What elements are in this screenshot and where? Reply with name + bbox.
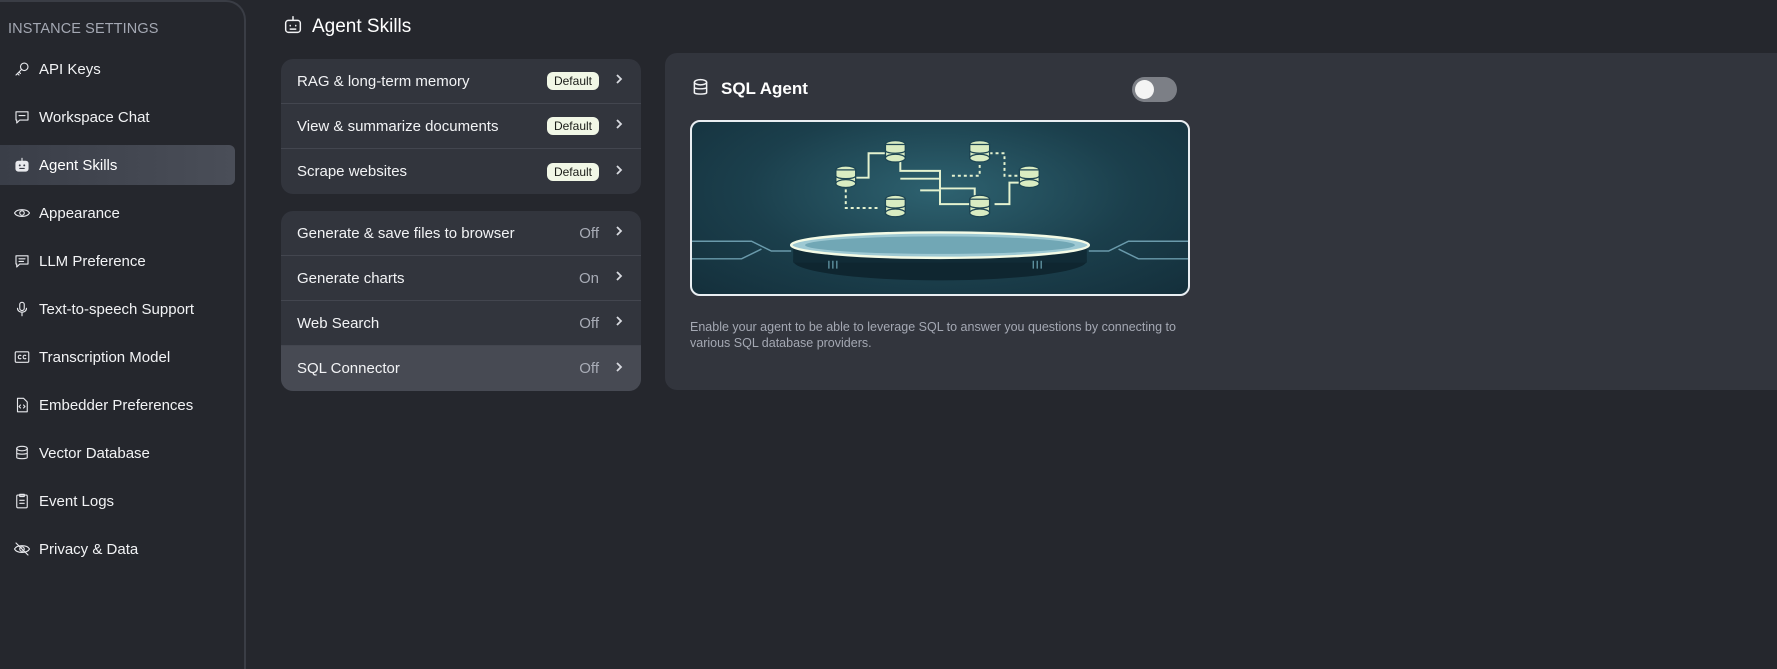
skill-name: Generate charts xyxy=(297,269,405,287)
skill-name: RAG & long-term memory xyxy=(297,72,470,90)
sidebar-item-transcription-model[interactable]: Transcription Model xyxy=(0,337,235,377)
skill-status: Off xyxy=(579,360,599,377)
robot-icon xyxy=(282,14,304,41)
configurable-skills-list: Generate & save files to browser Off Gen… xyxy=(281,211,641,391)
clipboard-icon xyxy=(12,491,32,511)
key-icon xyxy=(12,59,32,79)
sidebar-item-vector-database[interactable]: Vector Database xyxy=(0,433,235,473)
sidebar-item-label: Transcription Model xyxy=(39,348,171,366)
skill-name: Scrape websites xyxy=(297,163,408,180)
skill-status: Off xyxy=(579,314,599,332)
sidebar-item-workspace-chat[interactable]: Workspace Chat xyxy=(0,97,235,137)
sidebar-item-label: Event Logs xyxy=(39,492,115,510)
chevron-right-icon xyxy=(613,269,625,287)
skill-row-rag-memory[interactable]: RAG & long-term memory Default xyxy=(281,59,641,104)
sidebar-item-label: Vector Database xyxy=(39,444,150,462)
sidebar-item-embedder-preferences[interactable]: Embedder Preferences xyxy=(0,385,235,425)
sidebar-item-label: Agent Skills xyxy=(39,156,118,174)
chat-icon xyxy=(12,107,32,127)
eye-icon xyxy=(12,203,32,223)
skill-row-scrape-websites[interactable]: Scrape websites Default xyxy=(281,149,641,194)
chevron-right-icon xyxy=(613,314,625,332)
sidebar-item-label: Text-to-speech Support xyxy=(39,300,195,318)
default-skills-list: RAG & long-term memory Default View & su… xyxy=(281,59,641,194)
closed-captions-icon xyxy=(12,347,32,367)
skill-row-summarize-documents[interactable]: View & summarize documents Default xyxy=(281,104,641,149)
default-badge: Default xyxy=(546,117,599,135)
eye-slash-icon xyxy=(12,539,32,559)
sql-agent-illustration xyxy=(690,120,1190,296)
sidebar-item-label: API Keys xyxy=(39,60,101,78)
chevron-right-icon xyxy=(613,163,625,181)
skill-name: Web Search xyxy=(297,314,380,332)
skill-detail-description: Enable your agent to be able to leverage… xyxy=(690,320,1176,350)
sidebar-heading: INSTANCE SETTINGS xyxy=(8,21,159,37)
app-root: INSTANCE SETTINGS API Keys Workspace Cha… xyxy=(0,0,1777,669)
chat-text-icon xyxy=(12,251,32,271)
chevron-right-icon xyxy=(613,224,625,242)
skill-name: View & summarize documents xyxy=(297,117,499,135)
sidebar-item-label: Workspace Chat xyxy=(39,108,150,126)
sidebar-item-appearance[interactable]: Appearance xyxy=(0,193,235,233)
default-badge: Default xyxy=(546,72,599,90)
skill-detail-title: SQL Agent xyxy=(721,79,808,98)
skill-status: Off xyxy=(579,224,599,242)
sql-agent-toggle[interactable] xyxy=(1132,77,1177,102)
skill-row-web-search[interactable]: Web Search Off xyxy=(281,301,641,346)
file-code-icon xyxy=(12,395,32,415)
database-icon xyxy=(12,443,32,463)
toggle-knob xyxy=(1135,80,1154,99)
skill-row-save-files[interactable]: Generate & save files to browser Off xyxy=(281,211,641,256)
skill-name: Generate & save files to browser xyxy=(297,224,515,242)
default-badge: Default xyxy=(546,162,599,181)
sidebar-item-agent-skills[interactable]: Agent Skills xyxy=(0,145,235,185)
microphone-icon xyxy=(12,299,32,319)
chevron-right-icon xyxy=(613,117,625,135)
skill-row-generate-charts[interactable]: Generate charts On xyxy=(281,256,641,301)
sidebar-item-label: LLM Preference xyxy=(39,252,146,270)
sidebar-item-privacy-data[interactable]: Privacy & Data xyxy=(0,529,235,569)
chevron-right-icon xyxy=(613,360,625,378)
chevron-right-icon xyxy=(613,72,625,90)
robot-icon xyxy=(12,155,32,175)
skill-name: SQL Connector xyxy=(297,360,400,377)
skill-row-sql-connector[interactable]: SQL Connector Off xyxy=(281,346,641,391)
sidebar-item-label: Privacy & Data xyxy=(39,540,139,558)
settings-sidebar: INSTANCE SETTINGS API Keys Workspace Cha… xyxy=(0,0,246,669)
database-icon xyxy=(690,77,711,103)
sidebar-item-event-logs[interactable]: Event Logs xyxy=(0,481,235,521)
page-header: Agent Skills xyxy=(282,14,411,40)
sidebar-item-llm-preference[interactable]: LLM Preference xyxy=(0,241,235,281)
sidebar-item-label: Embedder Preferences xyxy=(39,396,194,414)
page-title: Agent Skills xyxy=(312,16,412,37)
sidebar-item-text-to-speech[interactable]: Text-to-speech Support xyxy=(0,289,235,329)
skill-detail-panel: SQL Agent Enable your agent to be able t… xyxy=(665,53,1777,390)
sidebar-item-label: Appearance xyxy=(39,204,120,222)
skill-status: On xyxy=(578,269,599,287)
sidebar-item-api-keys[interactable]: API Keys xyxy=(0,49,235,89)
